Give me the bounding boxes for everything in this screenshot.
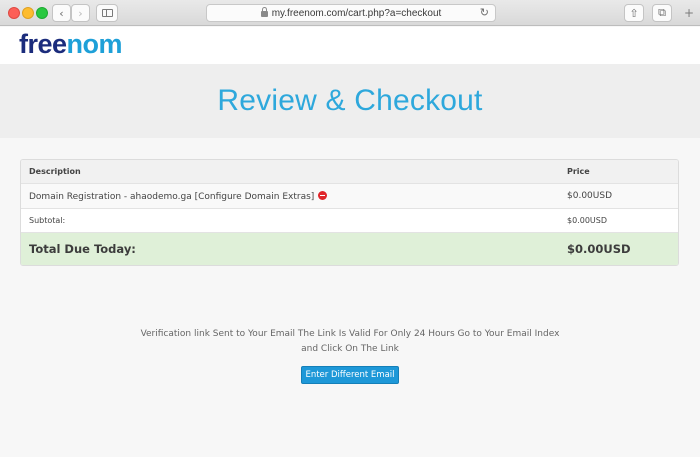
item-description: Domain Registration - ahaodemo.ga [Confi… — [21, 190, 563, 202]
total-row: Total Due Today: $0.00USD — [21, 233, 678, 265]
logo-part-free: free — [19, 29, 67, 59]
cart-table: Description Price Domain Registration - … — [20, 159, 679, 266]
chevron-left-icon: ‹ — [59, 6, 64, 20]
show-tabs-button[interactable]: ⧉ — [652, 4, 672, 22]
sidebar-toggle-button[interactable] — [96, 4, 118, 22]
share-button[interactable]: ⇧ — [624, 4, 644, 22]
total-label: Total Due Today: — [29, 242, 136, 256]
cart-header-row: Description Price — [21, 160, 678, 184]
description-column-header: Description — [29, 167, 81, 176]
page-banner: Review & Checkout — [0, 64, 700, 138]
subtotal-value: $0.00USD — [567, 216, 607, 225]
address-bar[interactable]: my.freenom.com/cart.php?a=checkout ↻ — [206, 4, 496, 22]
close-window-button[interactable] — [8, 7, 20, 19]
enter-different-email-button[interactable]: Enter Different Email — [301, 366, 399, 384]
forward-button[interactable]: › — [71, 4, 90, 22]
page-title: Review & Checkout — [217, 84, 483, 117]
total-value: $0.00USD — [567, 242, 631, 256]
chevron-right-icon: › — [78, 6, 83, 20]
back-button[interactable]: ‹ — [52, 4, 71, 22]
remove-icon[interactable] — [318, 191, 328, 200]
maximize-window-button[interactable] — [36, 7, 48, 19]
sidebar-icon — [101, 9, 113, 17]
site-header: freenom — [0, 27, 700, 64]
price-column-header: Price — [567, 167, 590, 176]
verification-message: Verification link Sent to Your Email The… — [140, 329, 560, 354]
freenom-logo[interactable]: freenom — [19, 28, 123, 60]
browser-toolbar: ‹ › my.freenom.com/cart.php?a=checkout ↻… — [0, 0, 700, 26]
reload-icon[interactable]: ↻ — [480, 6, 489, 19]
subtotal-label: Subtotal: — [29, 216, 66, 225]
subtotal-row: Subtotal: $0.00USD — [21, 209, 678, 233]
lock-icon — [260, 7, 268, 17]
share-icon: ⇧ — [629, 6, 639, 20]
url-text: my.freenom.com/cart.php?a=checkout — [271, 7, 442, 19]
item-price: $0.00USD — [567, 191, 612, 201]
minimize-window-button[interactable] — [22, 7, 34, 19]
table-row: Domain Registration - ahaodemo.ga [Confi… — [21, 184, 678, 209]
item-description-text: Domain Registration - ahaodemo.ga [Confi… — [29, 192, 315, 202]
new-tab-button[interactable]: + — [684, 6, 694, 20]
logo-part-nom: nom — [66, 29, 123, 59]
tabs-icon: ⧉ — [658, 6, 666, 19]
